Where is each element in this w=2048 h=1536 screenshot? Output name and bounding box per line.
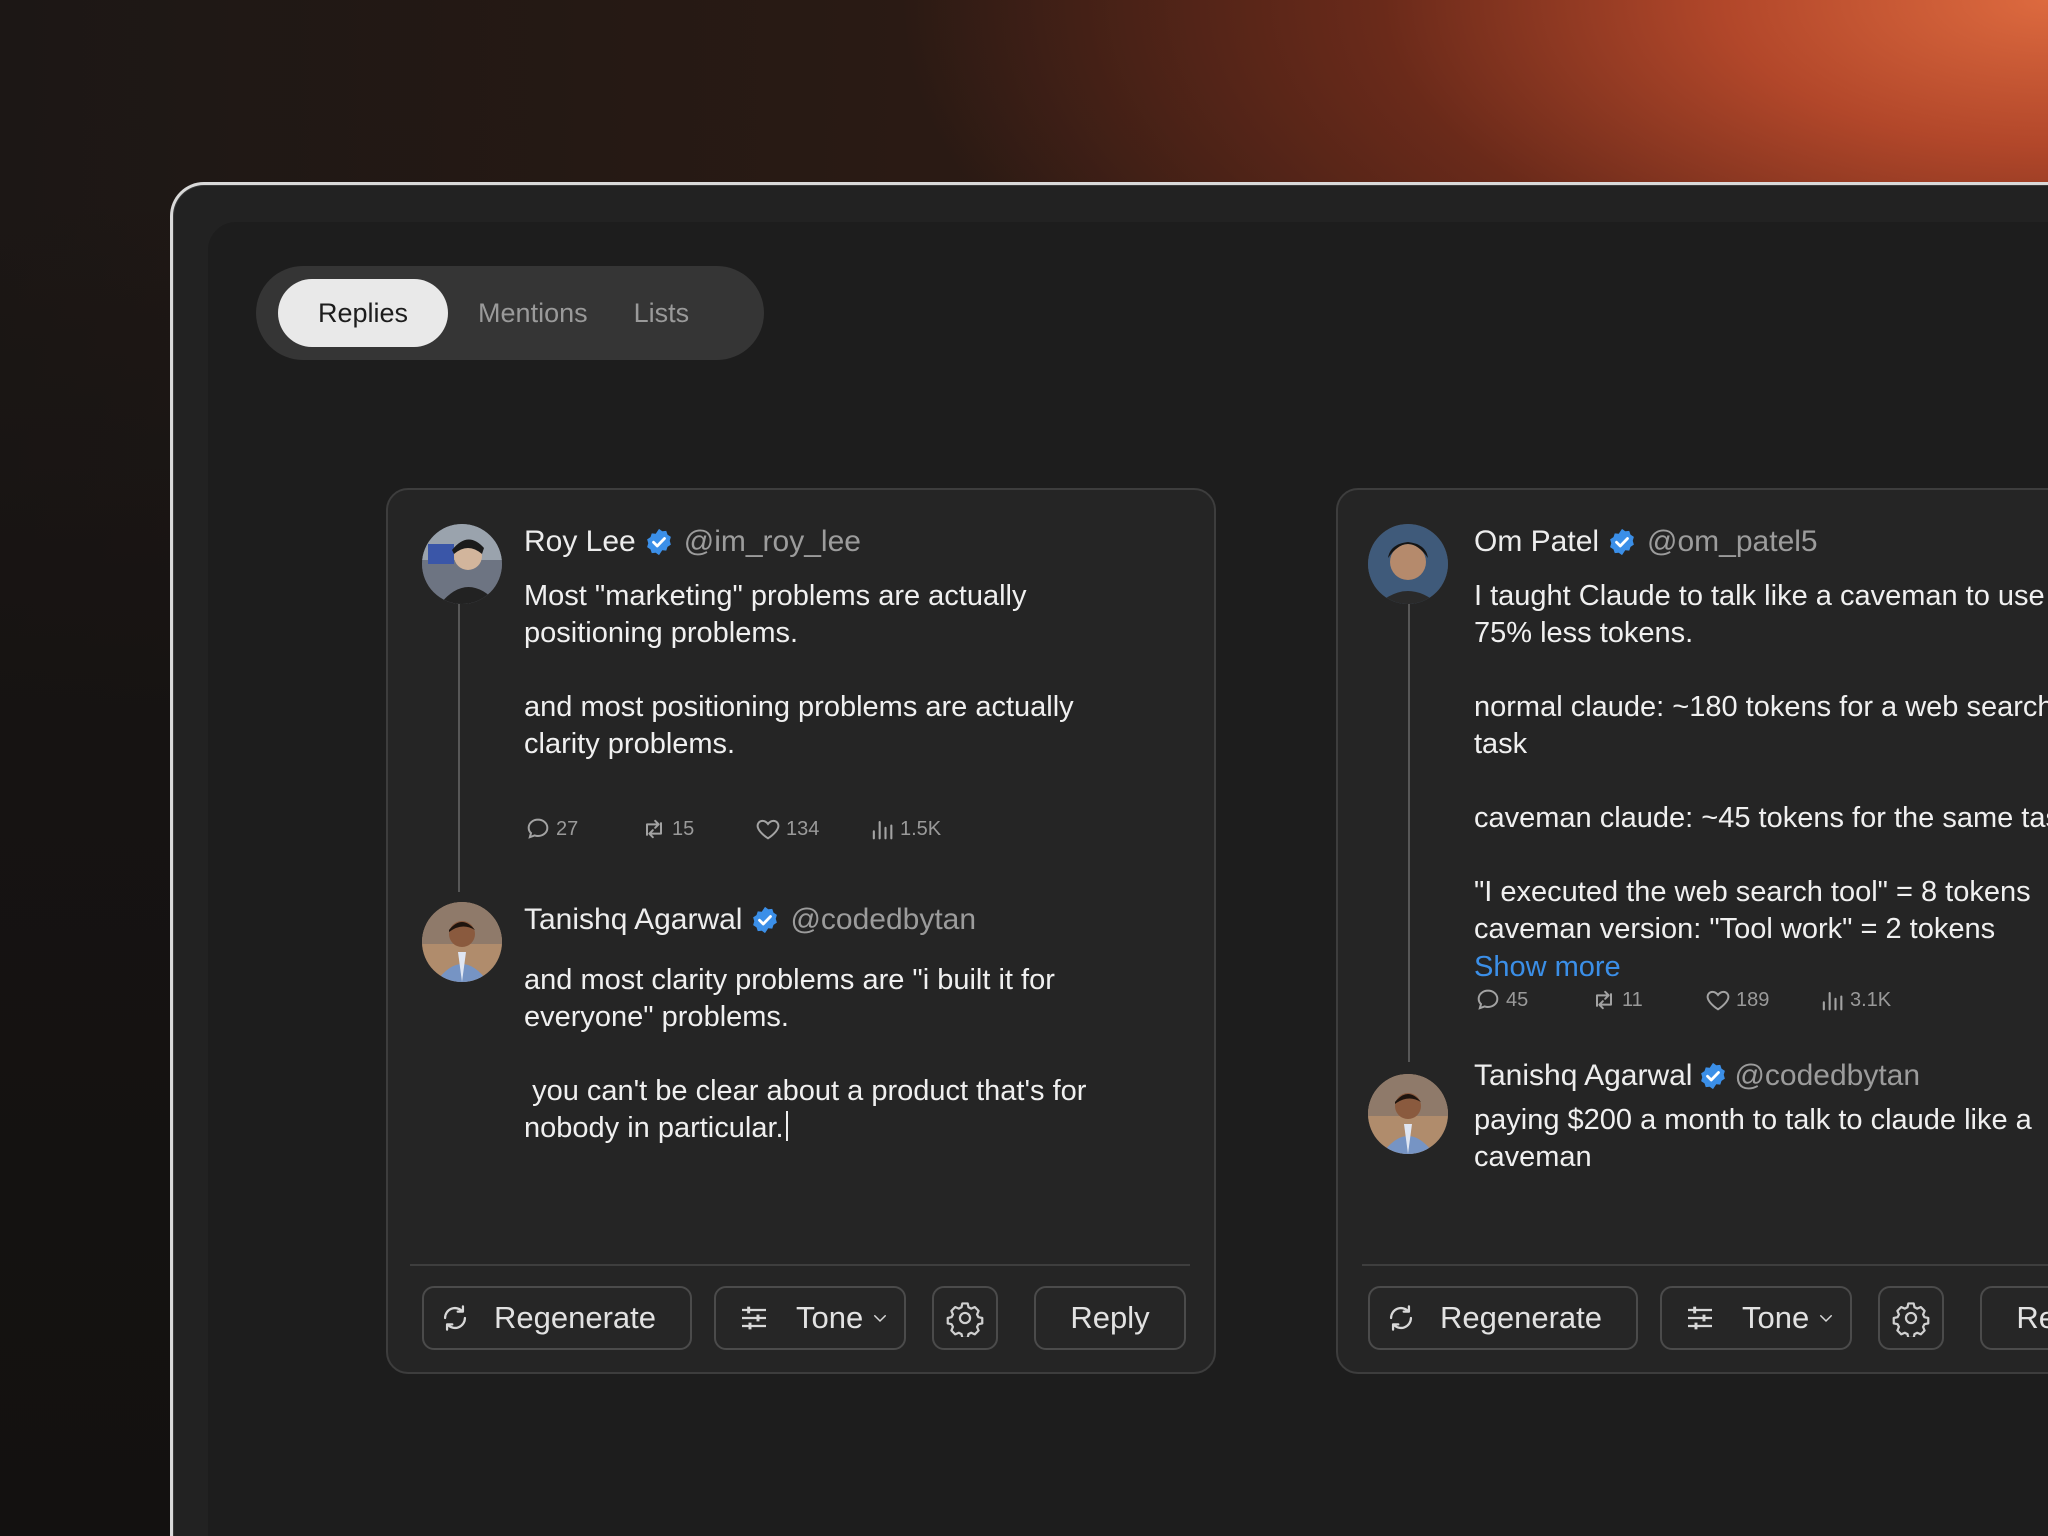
verified-badge-icon [646, 528, 671, 556]
author-handle[interactable]: @im_roy_lee [684, 525, 861, 559]
chevron-down-icon [1820, 1315, 1833, 1323]
refresh-icon [1389, 1305, 1413, 1331]
reply-button[interactable]: Reply [1034, 1286, 1186, 1350]
refresh-icon [443, 1305, 467, 1331]
author-handle[interactable]: @codedbytan [1734, 1059, 1920, 1093]
replies-count[interactable]: 27 [524, 815, 640, 843]
gear-icon [946, 1302, 984, 1337]
sliders-icon [742, 1306, 766, 1330]
original-post: Roy Lee @im_roy_lee Most "marketing" pro… [524, 522, 1184, 843]
avatar [422, 524, 502, 604]
verified-badge-icon [753, 906, 778, 934]
tab-replies[interactable]: Replies [278, 279, 449, 347]
verified-badge-icon [1610, 528, 1634, 556]
text-cursor [785, 1111, 788, 1141]
reply-actions: Regenerate Tone Reply [1368, 1286, 2048, 1350]
draft-reply[interactable]: Tanishq Agarwal @codedbytan and most cla… [524, 900, 1184, 1147]
reply-card: Om Patel @om_patel5 I taught Claude to t… [1336, 488, 2048, 1374]
likes-count[interactable]: 134 [754, 815, 868, 843]
reply-icon [1477, 989, 1499, 1010]
author-handle[interactable]: @codedbytan [790, 903, 976, 937]
regenerate-button[interactable]: Regenerate [1368, 1286, 1638, 1350]
reposts-count[interactable]: 11 [1590, 986, 1704, 1014]
draft-reply[interactable]: Tanishq Agarwal @codedbytan paying $200 … [1474, 1056, 2048, 1176]
thread-line [458, 602, 460, 892]
tab-lists[interactable]: Lists [618, 279, 706, 347]
reply-actions: Regenerate Tone Reply [422, 1286, 1186, 1350]
reposts-count[interactable]: 15 [640, 815, 754, 843]
author-name[interactable]: Tanishq Agarwal [1474, 1059, 1692, 1093]
sliders-icon [1688, 1306, 1712, 1330]
post-stats: 27 15 134 1.5K [524, 815, 1184, 843]
post-stats: 45 11 189 3.1K [1474, 986, 2048, 1014]
avatar [1368, 1074, 1448, 1154]
original-post: Om Patel @om_patel5 I taught Claude to t… [1474, 522, 2048, 1014]
author-name[interactable]: Roy Lee [524, 525, 636, 559]
show-more-link[interactable]: Show more [1474, 948, 2048, 986]
views-count[interactable]: 1.5K [868, 815, 941, 843]
views-count[interactable]: 3.1K [1818, 986, 1891, 1014]
reply-icon [527, 818, 549, 839]
divider [410, 1264, 1190, 1266]
settings-button[interactable] [932, 1286, 998, 1350]
post-text: Most "marketing" problems are actually p… [524, 580, 1074, 760]
reply-text[interactable]: paying $200 a month to talk to claude li… [1474, 1102, 2048, 1176]
views-icon [1822, 991, 1843, 1011]
replies-count[interactable]: 45 [1474, 986, 1590, 1014]
author-handle[interactable]: @om_patel5 [1647, 525, 1818, 559]
avatar [422, 902, 502, 982]
heart-icon [756, 819, 780, 840]
verified-badge-icon [1701, 1062, 1726, 1090]
thread-line [1408, 602, 1410, 1062]
views-icon [872, 820, 893, 840]
gear-icon [1892, 1302, 1930, 1337]
repost-icon [646, 819, 662, 839]
settings-button[interactable] [1878, 1286, 1944, 1350]
chevron-down-icon [874, 1315, 887, 1323]
reply-button[interactable]: Reply [1980, 1286, 2048, 1350]
reply-text[interactable]: and most clarity problems are "i built i… [524, 964, 1086, 1144]
repost-icon [1596, 990, 1612, 1010]
heart-icon [1706, 990, 1730, 1011]
divider [1362, 1264, 2048, 1266]
tab-mentions[interactable]: Mentions [448, 279, 618, 347]
author-name[interactable]: Tanishq Agarwal [524, 903, 742, 937]
post-text: I taught Claude to talk like a caveman t… [1474, 580, 2048, 945]
regenerate-button[interactable]: Regenerate [422, 1286, 692, 1350]
avatar [1368, 524, 1448, 604]
author-name[interactable]: Om Patel [1474, 525, 1599, 559]
likes-count[interactable]: 189 [1704, 986, 1818, 1014]
tone-dropdown[interactable]: Tone [1660, 1286, 1852, 1350]
reply-card: Roy Lee @im_roy_lee Most "marketing" pro… [386, 488, 1216, 1374]
tone-dropdown[interactable]: Tone [714, 1286, 906, 1350]
tab-bar: Replies Mentions Lists [256, 266, 764, 360]
